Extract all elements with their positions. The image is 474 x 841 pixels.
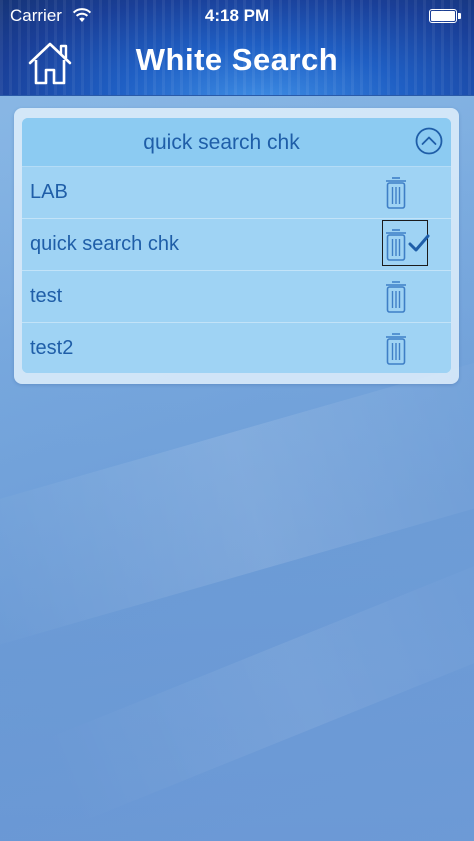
search-panel: quick search chk LAB quick search chk te… (14, 108, 459, 384)
list-item-label: test (30, 285, 63, 307)
list-item[interactable]: test2 (22, 323, 451, 373)
list-item[interactable]: LAB (22, 167, 451, 219)
selected-search-label: quick search chk (143, 131, 300, 154)
list-item-label: LAB (30, 181, 68, 203)
nav-header: Carrier 4:18 PM White Search (0, 0, 474, 96)
search-panel-header[interactable]: quick search chk (22, 118, 451, 167)
trash-icon[interactable] (384, 279, 408, 313)
chevron-up-circle-icon[interactable] (415, 127, 443, 155)
clock-time: 4:18 PM (204, 6, 270, 25)
list-item-label: quick search chk (30, 233, 179, 255)
battery-icon (429, 9, 461, 23)
status-bar: Carrier 4:18 PM (0, 0, 474, 32)
trash-icon[interactable] (384, 227, 408, 261)
search-list: quick search chk LAB quick search chk te… (22, 118, 451, 373)
list-item-selected[interactable]: quick search chk (22, 219, 451, 271)
page-title: White Search (135, 42, 339, 77)
trash-icon[interactable] (384, 175, 408, 209)
list-item-label: test2 (30, 337, 74, 359)
checkmark-icon (408, 234, 430, 252)
list-item[interactable]: test (22, 271, 451, 323)
trash-icon[interactable] (384, 331, 408, 365)
